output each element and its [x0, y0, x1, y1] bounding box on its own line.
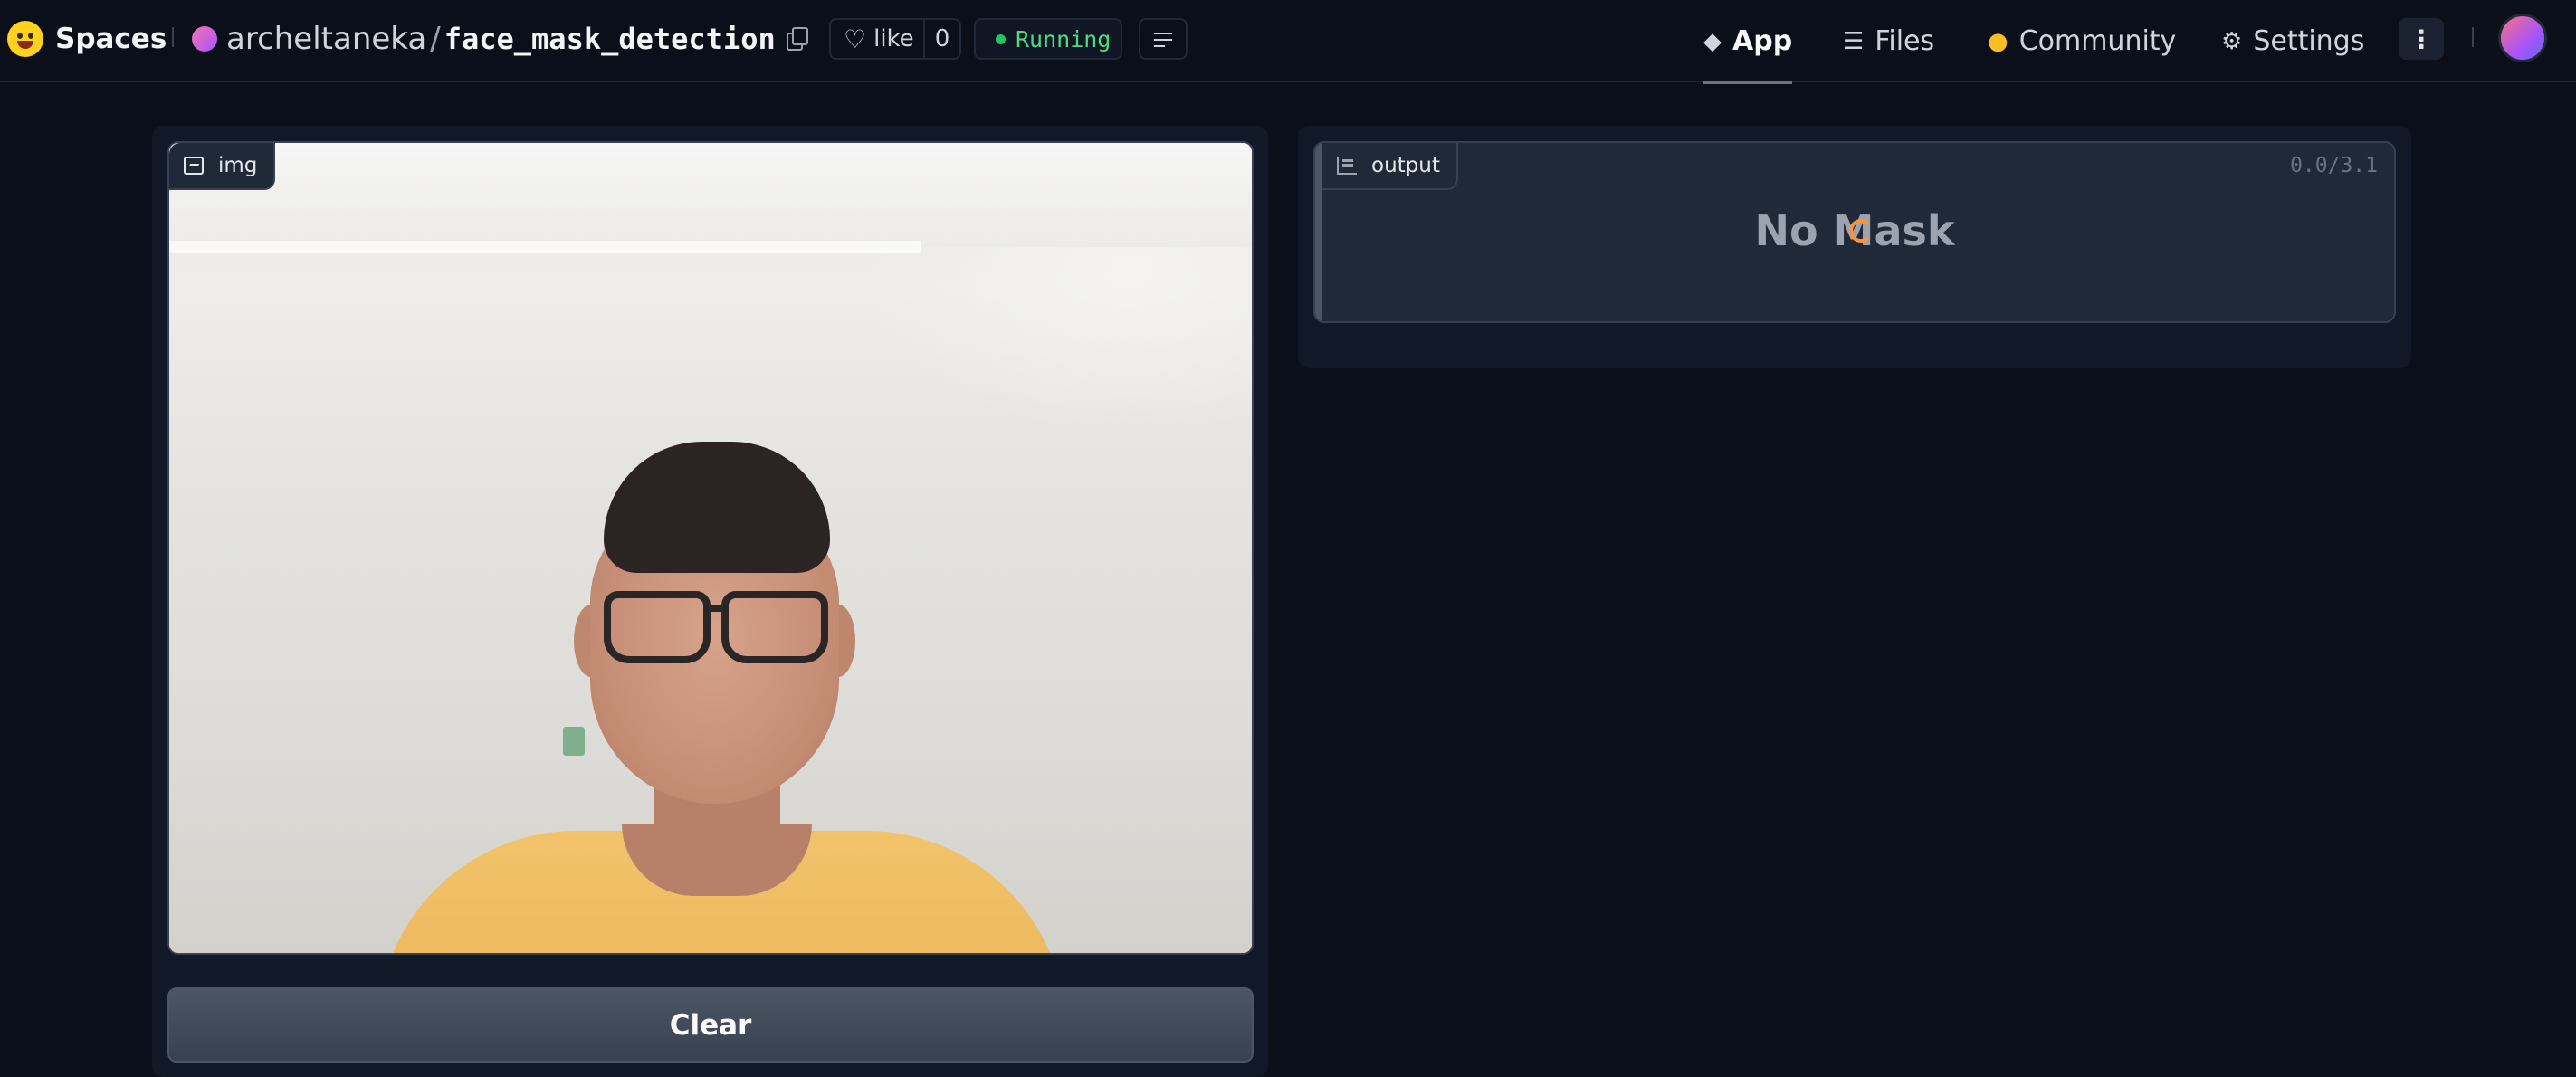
image-label-text: img: [218, 154, 258, 177]
like-label: like: [873, 25, 914, 52]
status-text: Running: [1016, 25, 1111, 52]
brand-name: Spaces: [55, 23, 167, 55]
space-title: archeltaneka / face_mask_detection: [192, 18, 776, 60]
copy-icon[interactable]: [787, 27, 808, 51]
tab-files-label: Files: [1875, 25, 1935, 57]
output-label-text: output: [1371, 154, 1440, 177]
owner-link[interactable]: archeltaneka: [226, 21, 426, 57]
like-count[interactable]: 0: [923, 20, 959, 58]
owner-avatar-icon: [192, 26, 217, 52]
input-panel: img Clear: [152, 126, 1268, 1077]
path-separator: /: [430, 21, 441, 57]
more-options-button[interactable]: ⋮: [2399, 18, 2444, 60]
status-badge[interactable]: Running: [974, 18, 1122, 60]
tab-files[interactable]: ☰ Files: [1843, 0, 1934, 82]
output-label-box: output 0.0/3.1 No Mask: [1313, 141, 2396, 323]
label-chart-icon: [1337, 157, 1357, 175]
tab-settings-label: Settings: [2253, 25, 2365, 57]
top-navbar: Spaces archeltaneka / face_mask_detectio…: [0, 0, 2576, 84]
output-label: output: [1322, 143, 1458, 190]
hugging-face-logo-icon: [7, 21, 43, 57]
space-name-link[interactable]: face_mask_detection: [444, 22, 776, 56]
tab-community-label: Community: [2018, 25, 2177, 57]
image-icon: [184, 157, 204, 175]
files-icon: ☰: [1843, 27, 1865, 55]
tab-app[interactable]: ◆ App: [1703, 0, 1793, 84]
loading-spinner-icon: [1846, 217, 1873, 244]
community-icon: ●: [1988, 27, 2008, 55]
tab-community[interactable]: ● Community: [1988, 0, 2176, 82]
progress-timer: 0.0/3.1: [2290, 154, 2378, 177]
cube-icon: ◆: [1703, 27, 1722, 55]
image-input-label: img: [169, 143, 276, 190]
like-button[interactable]: ♡ like 0: [829, 18, 961, 60]
status-dot-icon: [996, 33, 1006, 44]
logs-button[interactable]: [1139, 18, 1188, 60]
webcam-image: [169, 143, 1252, 953]
clear-button[interactable]: Clear: [167, 987, 1254, 1063]
image-input[interactable]: img: [167, 141, 1254, 955]
tab-app-label: App: [1732, 25, 1793, 57]
output-panel: output 0.0/3.1 No Mask: [1298, 126, 2411, 368]
gear-icon: ⚙: [2221, 27, 2243, 55]
spaces-home-link[interactable]: Spaces: [7, 20, 167, 58]
user-avatar[interactable]: [2498, 14, 2547, 62]
heart-icon: ♡: [844, 24, 867, 54]
tab-settings[interactable]: ⚙ Settings: [2221, 0, 2364, 82]
divider: [172, 27, 174, 47]
divider: [2472, 27, 2474, 47]
